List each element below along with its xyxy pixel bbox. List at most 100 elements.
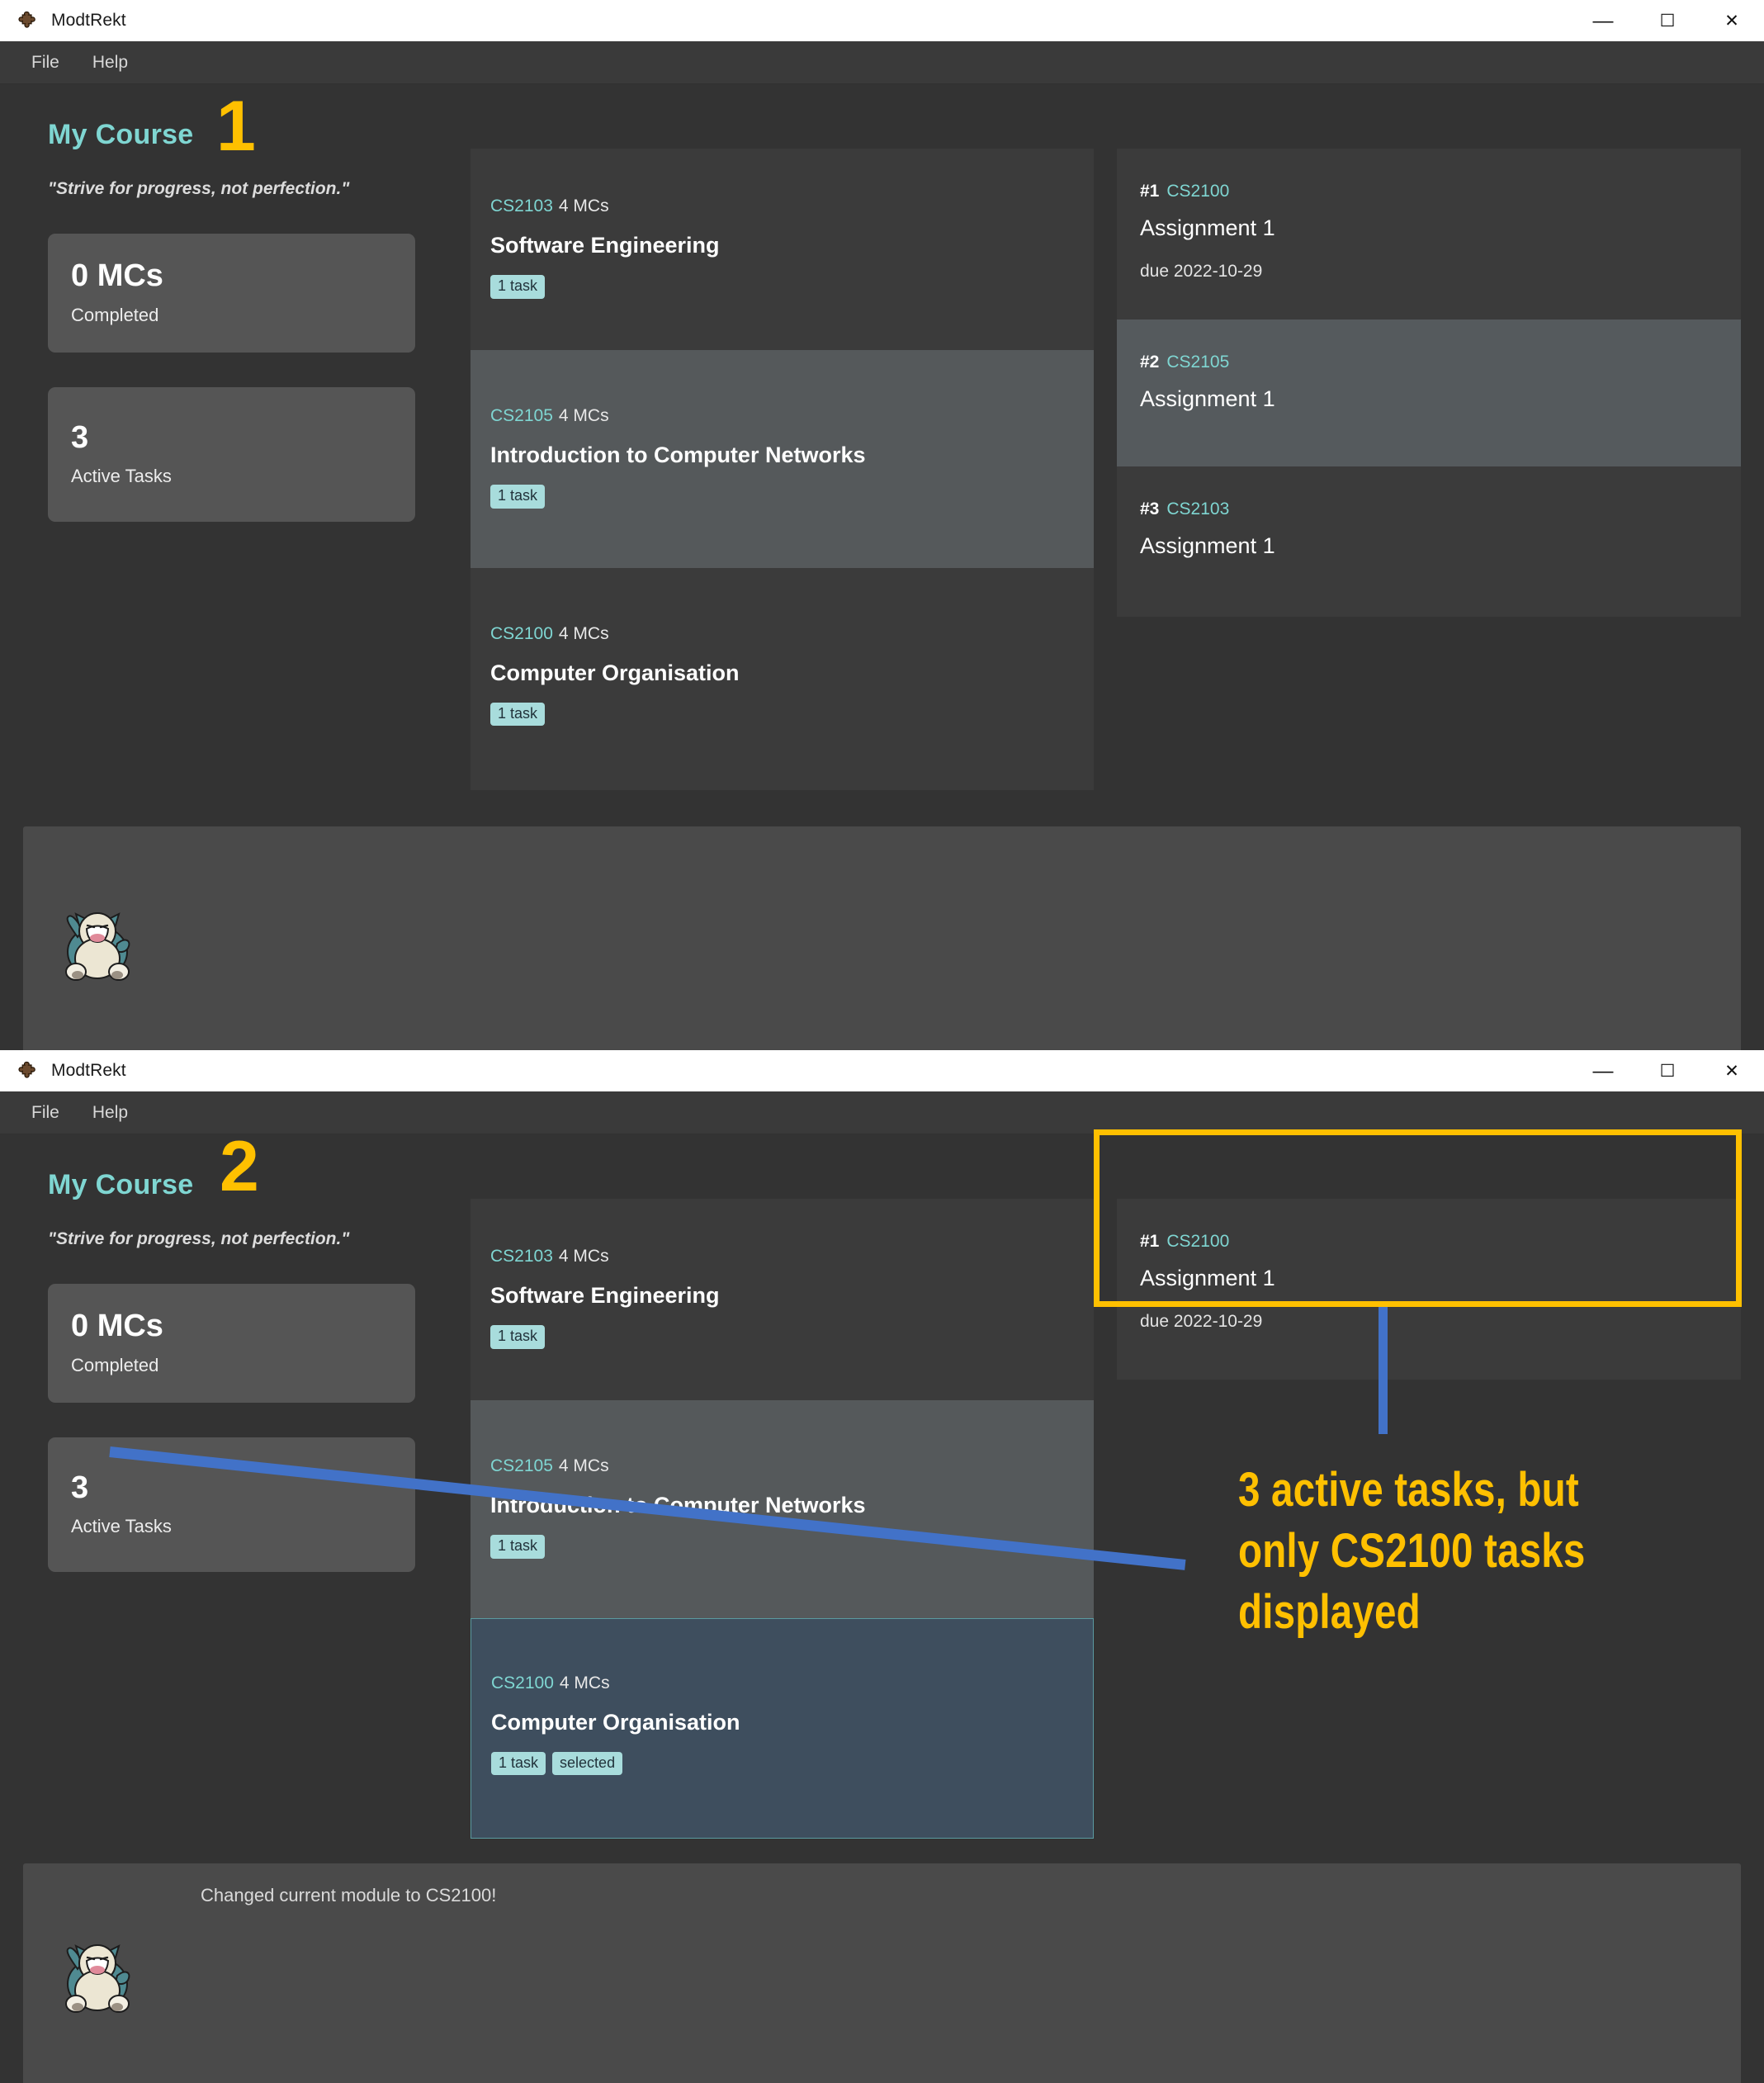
stat-card-active-tasks: 3 Active Tasks <box>48 386 415 523</box>
module-mcs: 4 MCs <box>558 1247 609 1266</box>
module-badges: 1 task <box>490 1325 1074 1349</box>
module-header: CS2100 4 MCs <box>490 624 1074 644</box>
task-count-badge: 1 task <box>490 484 546 509</box>
module-name: Introduction to Computer Networks <box>490 442 866 467</box>
stat-value: 3 <box>71 419 89 455</box>
maximize-button[interactable]: ☐ <box>1635 1050 1700 1091</box>
console-message: Changed current module to CS2100! <box>201 1885 497 1906</box>
task-list: #1 CS2100 Assignment 1 due 2022-10-29 <box>1094 1134 1764 1380</box>
module-code: CS2100 <box>491 1673 554 1692</box>
task-title: Assignment 1 <box>1140 386 1275 411</box>
module-code: CS2103 <box>490 1247 553 1266</box>
task-module-code: CS2100 <box>1166 182 1230 201</box>
task-card[interactable]: #3 CS2103 Assignment 1 <box>1117 466 1741 617</box>
console-output: Changed current module to CS2100! <box>23 1863 1741 2083</box>
task-module-code: CS2103 <box>1166 499 1230 518</box>
module-badges: 1 task selected <box>491 1751 1073 1776</box>
module-mcs: 4 MCs <box>558 1456 609 1475</box>
task-card[interactable]: #1 CS2100 Assignment 1 due 2022-10-29 <box>1117 1199 1741 1380</box>
module-card[interactable]: CS2103 4 MCs Software Engineering 1 task <box>471 1199 1094 1400</box>
app-window-1: ModtRekt — ☐ ✕ File Help My Course "Stri… <box>0 0 1764 1184</box>
stat-label: Active Tasks <box>71 466 172 487</box>
close-button[interactable]: ✕ <box>1700 1050 1764 1091</box>
menu-bar: File Help <box>0 41 1764 84</box>
snorlax-sprite <box>56 901 139 987</box>
screenshot-root: ModtRekt — ☐ ✕ File Help My Course "Stri… <box>0 0 1764 2083</box>
window-body: My Course "Strive for progress, not perf… <box>0 84 1764 1184</box>
callout-line-1: 3 active tasks, but <box>1238 1463 1579 1517</box>
minimize-button[interactable]: — <box>1571 0 1635 41</box>
callout-text: 3 active tasks, but only CS2100 tasks di… <box>1238 1460 1712 1644</box>
module-list: CS2103 4 MCs Software Engineering 1 task … <box>471 1134 1094 1839</box>
module-header: CS2105 4 MCs <box>490 406 1074 426</box>
task-number: #1 <box>1140 1232 1160 1251</box>
task-header: #1 CS2100 <box>1140 182 1718 201</box>
stat-card-active-tasks: 3 Active Tasks <box>48 1437 415 1573</box>
window-controls: — ☐ ✕ <box>1571 1050 1764 1091</box>
module-name: Computer Organisation <box>490 660 740 685</box>
task-count-badge: 1 task <box>490 275 546 299</box>
module-card[interactable]: CS2105 4 MCs Introduction to Computer Net… <box>471 1399 1094 1618</box>
module-code: CS2103 <box>490 196 553 215</box>
puzzle-piece-icon <box>18 10 40 31</box>
menu-item-file[interactable]: File <box>15 50 76 76</box>
callout-line-2: only CS2100 tasks <box>1238 1524 1586 1579</box>
task-header: #1 CS2100 <box>1140 1232 1718 1252</box>
task-title: Assignment 1 <box>1140 215 1275 240</box>
window-title: ModtRekt <box>51 1061 126 1080</box>
task-due-date: due 2022-10-29 <box>1140 262 1263 281</box>
module-header: CS2100 4 MCs <box>491 1674 1073 1693</box>
module-card-selected[interactable]: CS2100 4 MCs Computer Organisation 1 task… <box>471 1617 1094 1839</box>
module-header: CS2103 4 MCs <box>490 196 1074 216</box>
stat-label: Completed <box>71 304 159 325</box>
step-number-2: 2 <box>220 1127 259 1206</box>
stat-label: Active Tasks <box>71 1516 172 1537</box>
module-mcs: 4 MCs <box>558 196 609 215</box>
module-card[interactable]: CS2100 4 MCs Computer Organisation 1 task <box>471 567 1094 791</box>
task-count-badge: 1 task <box>491 1751 546 1776</box>
module-code: CS2100 <box>490 623 553 643</box>
close-button[interactable]: ✕ <box>1700 0 1764 41</box>
motivational-quote: "Strive for progress, not perfection." <box>48 1229 350 1248</box>
menu-item-file[interactable]: File <box>15 1100 76 1126</box>
menu-item-help[interactable]: Help <box>76 1100 144 1126</box>
selected-badge: selected <box>552 1751 623 1776</box>
stat-card-mcs-completed: 0 MCs Completed <box>48 1284 415 1403</box>
task-header: #3 CS2103 <box>1140 499 1718 519</box>
task-count-badge: 1 task <box>490 702 546 727</box>
task-card[interactable]: #2 CS2105 Assignment 1 <box>1117 320 1741 466</box>
window-title: ModtRekt <box>51 11 126 30</box>
module-card[interactable]: CS2103 4 MCs Software Engineering 1 task <box>471 149 1094 350</box>
puzzle-piece-icon <box>18 1060 40 1082</box>
module-badges: 1 task <box>490 702 1074 727</box>
task-list: #1 CS2100 Assignment 1 due 2022-10-29 #2 C… <box>1094 84 1764 617</box>
callout-line-3: displayed <box>1238 1585 1421 1640</box>
menu-item-help[interactable]: Help <box>76 50 144 76</box>
snorlax-sprite <box>56 1933 139 2019</box>
module-name: Software Engineering <box>490 1283 720 1308</box>
motivational-quote: "Strive for progress, not perfection." <box>48 179 350 198</box>
task-module-code: CS2100 <box>1166 1232 1230 1251</box>
module-mcs: 4 MCs <box>558 405 609 425</box>
module-badges: 1 task <box>490 275 1074 299</box>
module-code: CS2105 <box>490 1456 553 1475</box>
module-code: CS2105 <box>490 405 553 425</box>
dashboard: My Course "Strive for progress, not perf… <box>0 84 1764 791</box>
title-bar: ModtRekt — ☐ ✕ <box>0 0 1764 41</box>
task-number: #3 <box>1140 499 1160 518</box>
module-badges: 1 task <box>490 484 1074 509</box>
task-count-badge: 1 task <box>490 1534 546 1559</box>
task-title: Assignment 1 <box>1140 1266 1275 1290</box>
task-card[interactable]: #1 CS2100 Assignment 1 due 2022-10-29 <box>1117 149 1741 320</box>
console-message <box>23 826 1741 848</box>
module-header: CS2105 4 MCs <box>490 1456 1074 1476</box>
module-header: CS2103 4 MCs <box>490 1247 1074 1266</box>
window-controls: — ☐ ✕ <box>1571 0 1764 41</box>
connector-line-vertical <box>1379 1307 1388 1434</box>
page-title: My Course <box>48 1169 194 1200</box>
stat-value: 0 MCs <box>71 258 163 293</box>
stat-label: Completed <box>71 1354 159 1375</box>
maximize-button[interactable]: ☐ <box>1635 0 1700 41</box>
module-card[interactable]: CS2105 4 MCs Introduction to Computer Net… <box>471 349 1094 568</box>
minimize-button[interactable]: — <box>1571 1050 1635 1091</box>
